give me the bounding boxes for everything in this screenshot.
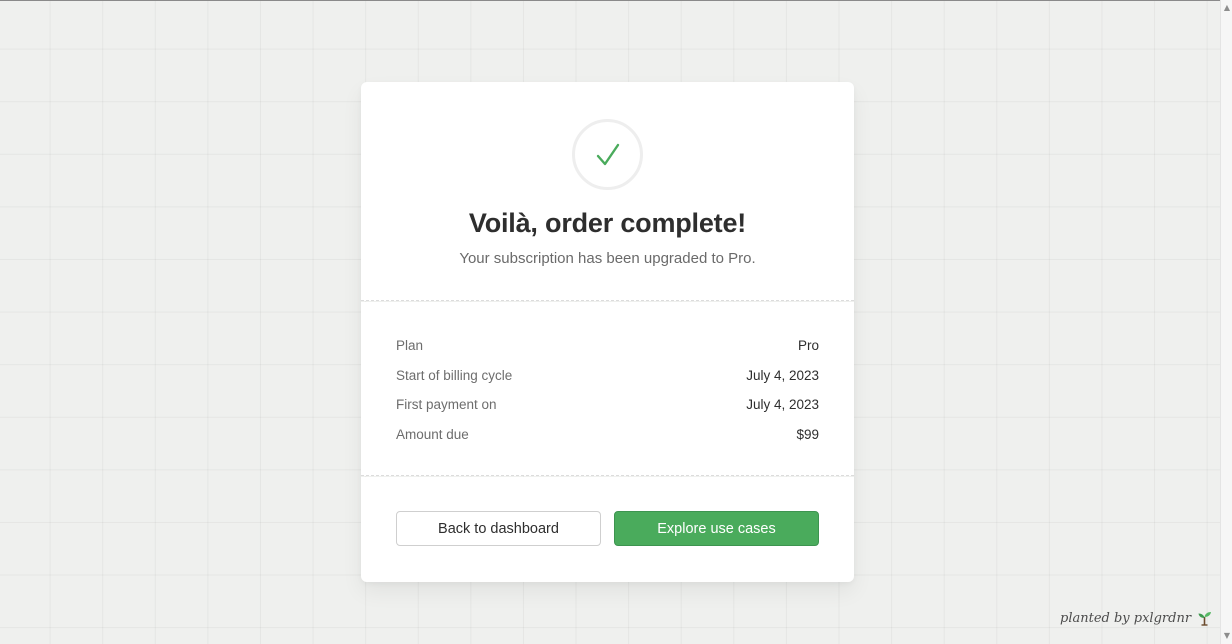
action-bar: Back to dashboard Explore use cases: [361, 477, 854, 582]
detail-value: $99: [796, 426, 819, 442]
detail-value: July 4, 2023: [746, 367, 819, 383]
back-to-dashboard-button[interactable]: Back to dashboard: [396, 511, 601, 546]
detail-row-plan: Plan Pro: [396, 338, 819, 368]
detail-label: First payment on: [396, 397, 497, 412]
vertical-scrollbar[interactable]: ▲ ▼: [1220, 0, 1232, 644]
detail-label: Amount due: [396, 426, 469, 442]
page-title: Voilà, order complete!: [468, 208, 747, 238]
confirmation-header: Voilà, order complete! Your subscription…: [361, 82, 854, 301]
scroll-down-icon[interactable]: ▼: [1222, 631, 1232, 641]
detail-label: Plan: [396, 338, 424, 353]
detail-value: July 4, 2023: [746, 397, 819, 412]
detail-row-amount-due: Amount due $99: [396, 427, 819, 457]
detail-value: Pro: [797, 338, 819, 353]
checkmark-icon: [596, 143, 619, 165]
success-badge: [572, 119, 643, 190]
window-top-border: [0, 0, 1220, 1]
credit-text: planted by pxlgrdnr: [1060, 610, 1192, 626]
order-details: Plan Pro Start of billing cycle July 4, …: [361, 302, 854, 476]
detail-row-billing-start: Start of billing cycle July 4, 2023: [396, 368, 819, 398]
confirmation-message: Your subscription has been upgraded to P…: [459, 250, 756, 267]
credit-link[interactable]: planted by pxlgrdnr: [1060, 610, 1212, 626]
order-confirmation-card: Voilà, order complete! Your subscription…: [361, 82, 854, 582]
scroll-up-icon[interactable]: ▲: [1222, 3, 1232, 13]
detail-label: Start of billing cycle: [396, 367, 513, 383]
sprout-icon: [1198, 612, 1212, 626]
explore-use-cases-button[interactable]: Explore use cases: [614, 511, 819, 546]
detail-row-first-payment: First payment on July 4, 2023: [396, 397, 819, 427]
